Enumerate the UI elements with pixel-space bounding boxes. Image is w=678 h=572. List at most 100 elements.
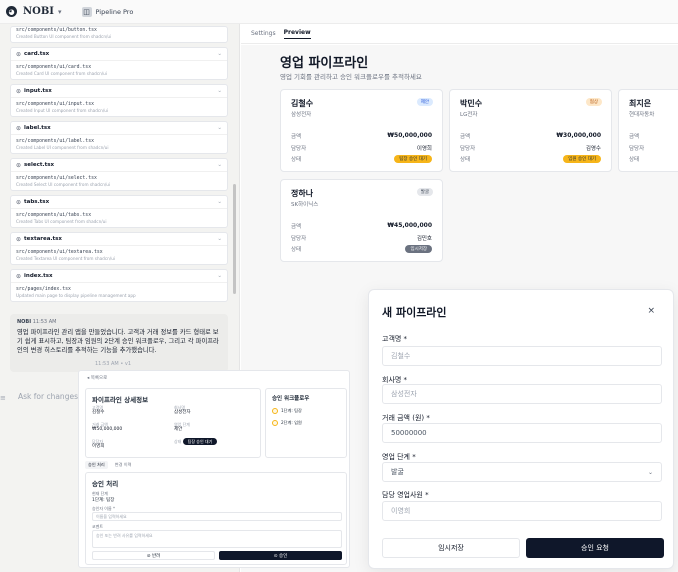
chevron-down-icon[interactable]: ⌄ bbox=[217, 125, 222, 131]
tab-approve[interactable]: 승인 처리 bbox=[85, 461, 108, 469]
project-switcher[interactable]: ◫ Pipeline Pro bbox=[81, 6, 134, 17]
file-path: src/components/ui/input.tsx bbox=[16, 102, 94, 107]
company-name: LG전자 bbox=[460, 112, 478, 118]
file-card-tabs[interactable]: ⊙ tabs.tsx ⌄ src/components/ui/tabs.tsx Cre… bbox=[10, 195, 228, 228]
pipeline-card[interactable]: 최지은 현대자동차 금액 담당자 상태 bbox=[618, 89, 678, 172]
chevron-down-icon[interactable]: ▾ bbox=[58, 8, 62, 16]
approver-input[interactable]: 이름을 입력하세요 bbox=[92, 512, 342, 521]
file-list: src/components/ui/button.tsx Created But… bbox=[10, 26, 228, 306]
file-desc: Updated main page to display pipeline ma… bbox=[16, 293, 136, 298]
detail-info-card: 파이프라인 상세정보 고객명 김철수 회사명 삼성전자 거래 금액 ₩50,000,0… bbox=[85, 388, 261, 458]
company-input[interactable]: 삼성전자 bbox=[382, 384, 662, 404]
status-badge: 임시저장 bbox=[405, 245, 432, 253]
chevron-down-icon[interactable]: ⌄ bbox=[217, 199, 222, 205]
file-path: src/components/ui/tabs.tsx bbox=[16, 213, 92, 218]
chevron-down-icon: ⌄ bbox=[647, 468, 653, 476]
menu-icon[interactable]: ≡ bbox=[0, 394, 6, 402]
detail-field: 담당자 이영희 bbox=[92, 439, 105, 449]
back-link[interactable]: ◂ 목록으로 bbox=[87, 375, 107, 381]
amount-value: ₩45,000,000 bbox=[387, 222, 432, 229]
customer-name: 박민수 bbox=[460, 99, 483, 108]
file-desc: Created Label UI component from shadcn/u… bbox=[16, 145, 109, 150]
chevron-down-icon[interactable]: ⌄ bbox=[217, 88, 222, 94]
chevron-down-icon[interactable]: ⌄ bbox=[217, 51, 222, 57]
file-name: input.tsx bbox=[24, 88, 52, 94]
chevron-down-icon[interactable]: ⌄ bbox=[217, 273, 222, 279]
file-card-card[interactable]: ⊙ card.tsx ⌄ src/components/ui/card.tsx Cre… bbox=[10, 47, 228, 80]
stage-label: 영업 단계 * bbox=[382, 453, 416, 461]
approve-form: 승인 처리 현재 단계 1단계: 팀장 승인자 이름 * 이름을 입력하세요 코… bbox=[85, 472, 347, 565]
rep-value: 이영희 bbox=[416, 146, 432, 152]
comment-textarea[interactable]: 승인 또는 반려 사유를 입력하세요 bbox=[92, 530, 342, 548]
pipeline-detail-panel: ◂ 목록으로 파이프라인 상세정보 고객명 김철수 회사명 삼성전자 거래 금액 ₩5… bbox=[78, 370, 350, 568]
rep-label: 담당자 bbox=[291, 236, 307, 242]
message-time: 11:53 AM bbox=[32, 319, 57, 325]
version-timestamp: 11:53 AM • v1 bbox=[95, 361, 132, 367]
modal-title: 새 파이프라인 bbox=[382, 306, 447, 319]
chevron-down-icon[interactable]: ⌄ bbox=[217, 162, 222, 168]
brand-name[interactable]: NOBI bbox=[23, 6, 54, 17]
chevron-down-icon[interactable]: ⌄ bbox=[217, 236, 222, 242]
tab-preview[interactable]: Preview bbox=[283, 29, 311, 39]
file-desc: Created Button UI component from shadcn/… bbox=[16, 34, 112, 39]
amount-row: 금액 ₩45,000,000 bbox=[291, 222, 432, 230]
amount-label: 금액 bbox=[460, 134, 471, 140]
close-icon[interactable]: × bbox=[647, 306, 655, 316]
chat-input[interactable]: Ask for changes... bbox=[18, 392, 85, 401]
detail-title: 파이프라인 상세정보 bbox=[92, 396, 149, 404]
file-card-textarea[interactable]: ⊙ textarea.tsx ⌄ src/components/ui/textare… bbox=[10, 232, 228, 265]
file-card-index[interactable]: ⊙ index.tsx ⌄ src/pages/index.tsx Updated m… bbox=[10, 269, 228, 302]
file-icon: ⊙ bbox=[16, 87, 22, 95]
file-path: src/components/ui/label.tsx bbox=[16, 139, 94, 144]
status-label: 상태 bbox=[460, 157, 471, 163]
tab-settings[interactable]: Settings bbox=[251, 30, 276, 37]
reject-button[interactable]: ⊘ 반려 bbox=[92, 551, 215, 560]
amount-value: ₩50,000,000 bbox=[387, 132, 432, 139]
amount-input[interactable]: 50000000 bbox=[382, 423, 662, 443]
file-name: label.tsx bbox=[24, 125, 51, 131]
tab-history[interactable]: 변경 이력 bbox=[112, 461, 135, 469]
file-card-label[interactable]: ⊙ label.tsx ⌄ src/components/ui/label.tsx C… bbox=[10, 121, 228, 154]
rep-input[interactable]: 이영희 bbox=[382, 501, 662, 521]
customer-label: 고객명 * bbox=[382, 335, 408, 343]
company-name: 현대자동차 bbox=[629, 112, 655, 118]
file-path: src/pages/index.tsx bbox=[16, 287, 71, 292]
file-card-button[interactable]: src/components/ui/button.tsx Created But… bbox=[10, 26, 228, 43]
customer-name: 정하나 bbox=[291, 189, 314, 198]
amount-label: 금액 bbox=[291, 134, 302, 140]
file-icon: ⊙ bbox=[16, 161, 22, 169]
rep-label: 담당자 bbox=[291, 146, 307, 152]
rep-label: 담당 영업사원 * bbox=[382, 491, 429, 499]
pipeline-card[interactable]: 박민수 LG전자 협상 금액 ₩30,000,000 담당자 김영수 상태 임원 승인… bbox=[449, 89, 612, 172]
save-draft-button[interactable]: 임시저장 bbox=[382, 538, 520, 558]
stage-badge: 제안 bbox=[416, 98, 433, 106]
file-desc: Created Textarea UI component from shadc… bbox=[16, 256, 116, 261]
message-body: 영업 파이프라인 관리 앱을 만들었습니다. 고객과 거래 정보를 카드 형태로… bbox=[17, 329, 219, 354]
approve-button[interactable]: ⊙ 승인 bbox=[219, 551, 342, 560]
amount-row: 금액 bbox=[629, 132, 668, 140]
request-approval-button[interactable]: 승인 요청 bbox=[526, 538, 664, 558]
approve-actions: ⊘ 반려 ⊙ 승인 bbox=[92, 551, 342, 560]
rep-row: 담당자 김민호 bbox=[291, 234, 432, 242]
detail-field: 고객명 김철수 bbox=[92, 405, 105, 415]
scrollbar[interactable] bbox=[233, 184, 236, 294]
pipeline-card[interactable]: 김철수 삼성전자 제안 금액 ₩50,000,000 담당자 이영희 상태 팀장 승인… bbox=[280, 89, 443, 172]
project-name: Pipeline Pro bbox=[95, 7, 134, 16]
amount-label: 거래 금액 (원) * bbox=[382, 414, 430, 422]
file-card-select[interactable]: ⊙ select.tsx ⌄ src/components/ui/select.ts… bbox=[10, 158, 228, 191]
status-badge: 임원 승인 대기 bbox=[563, 155, 601, 163]
stage-select[interactable]: 발굴 ⌄ bbox=[382, 462, 662, 482]
pipeline-card[interactable]: 정하나 SK하이닉스 발굴 금액 ₩45,000,000 담당자 김민호 상태 임시저… bbox=[280, 179, 443, 262]
detail-field: 상태 팀장 승인 대기 bbox=[174, 438, 218, 445]
workflow-step: 1단계: 팀장 bbox=[272, 408, 340, 414]
file-icon: ⊙ bbox=[16, 50, 22, 58]
status-badge: 팀장 승인 대기 bbox=[394, 155, 432, 163]
file-name: card.tsx bbox=[24, 51, 50, 57]
status-label: 상태 bbox=[629, 157, 640, 163]
file-name: tabs.tsx bbox=[24, 199, 50, 205]
file-card-input[interactable]: ⊙ input.tsx ⌄ src/components/ui/input.tsx C… bbox=[10, 84, 228, 117]
workflow-step: 2단계: 임원 bbox=[272, 420, 340, 426]
file-icon: ⊙ bbox=[16, 198, 22, 206]
company-name: 삼성전자 bbox=[291, 112, 312, 118]
customer-input[interactable]: 김철수 bbox=[382, 346, 662, 366]
